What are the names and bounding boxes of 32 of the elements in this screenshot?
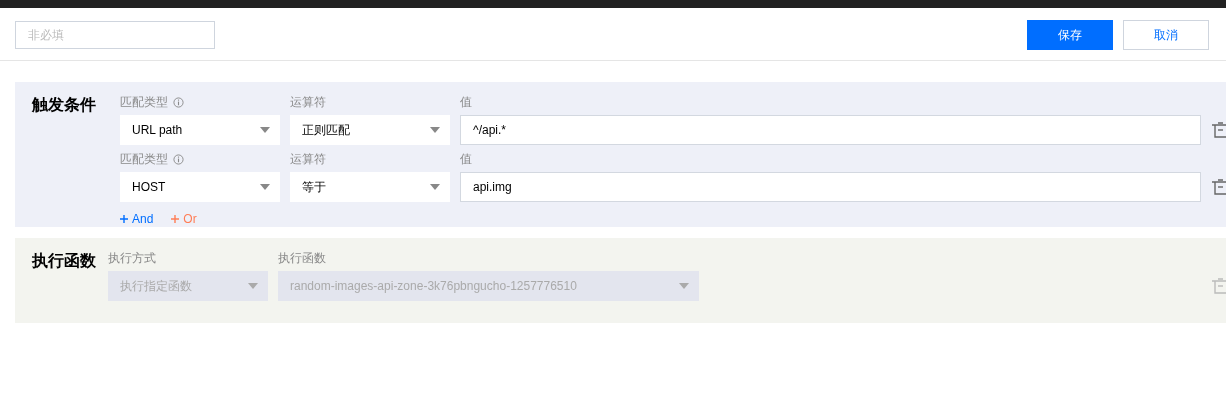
- plus-icon: [120, 215, 128, 223]
- field-label: 运算符: [290, 150, 326, 168]
- caret-icon: [260, 127, 270, 133]
- value-field[interactable]: ^/api.*: [460, 115, 1201, 145]
- caret-icon: [679, 283, 689, 289]
- field-label: 执行方式: [108, 249, 156, 267]
- field-label: 匹配类型: [120, 93, 168, 111]
- info-icon: [173, 153, 184, 165]
- section-title: 执行函数: [32, 251, 97, 271]
- field-label: 值: [460, 93, 472, 111]
- section-title: 触发条件: [32, 95, 97, 115]
- caret-icon: [430, 127, 440, 133]
- operator-select[interactable]: 等于: [290, 172, 450, 202]
- field-label: 执行函数: [278, 249, 326, 267]
- trash-icon[interactable]: [1212, 179, 1226, 195]
- operator-select[interactable]: 正则匹配: [290, 115, 450, 145]
- match-type-select[interactable]: URL path: [120, 115, 280, 145]
- add-condition-link[interactable]: And: [120, 212, 154, 226]
- info-icon: [173, 96, 184, 108]
- field-label: 运算符: [290, 93, 326, 111]
- caret-icon: [430, 184, 440, 190]
- save-button[interactable]: 保存: [1027, 20, 1113, 50]
- caret-icon: [248, 283, 258, 289]
- cancel-button[interactable]: 取消: [1123, 20, 1209, 50]
- caret-icon: [260, 184, 270, 190]
- field-label: 值: [460, 150, 472, 168]
- value-field[interactable]: api.img: [460, 172, 1201, 202]
- name-field[interactable]: 非必填: [15, 21, 215, 49]
- plus-icon: [171, 215, 180, 223]
- field-label: 匹配类型: [120, 150, 168, 168]
- trash-icon[interactable]: [1212, 122, 1226, 138]
- match-type-select[interactable]: HOST: [120, 172, 280, 202]
